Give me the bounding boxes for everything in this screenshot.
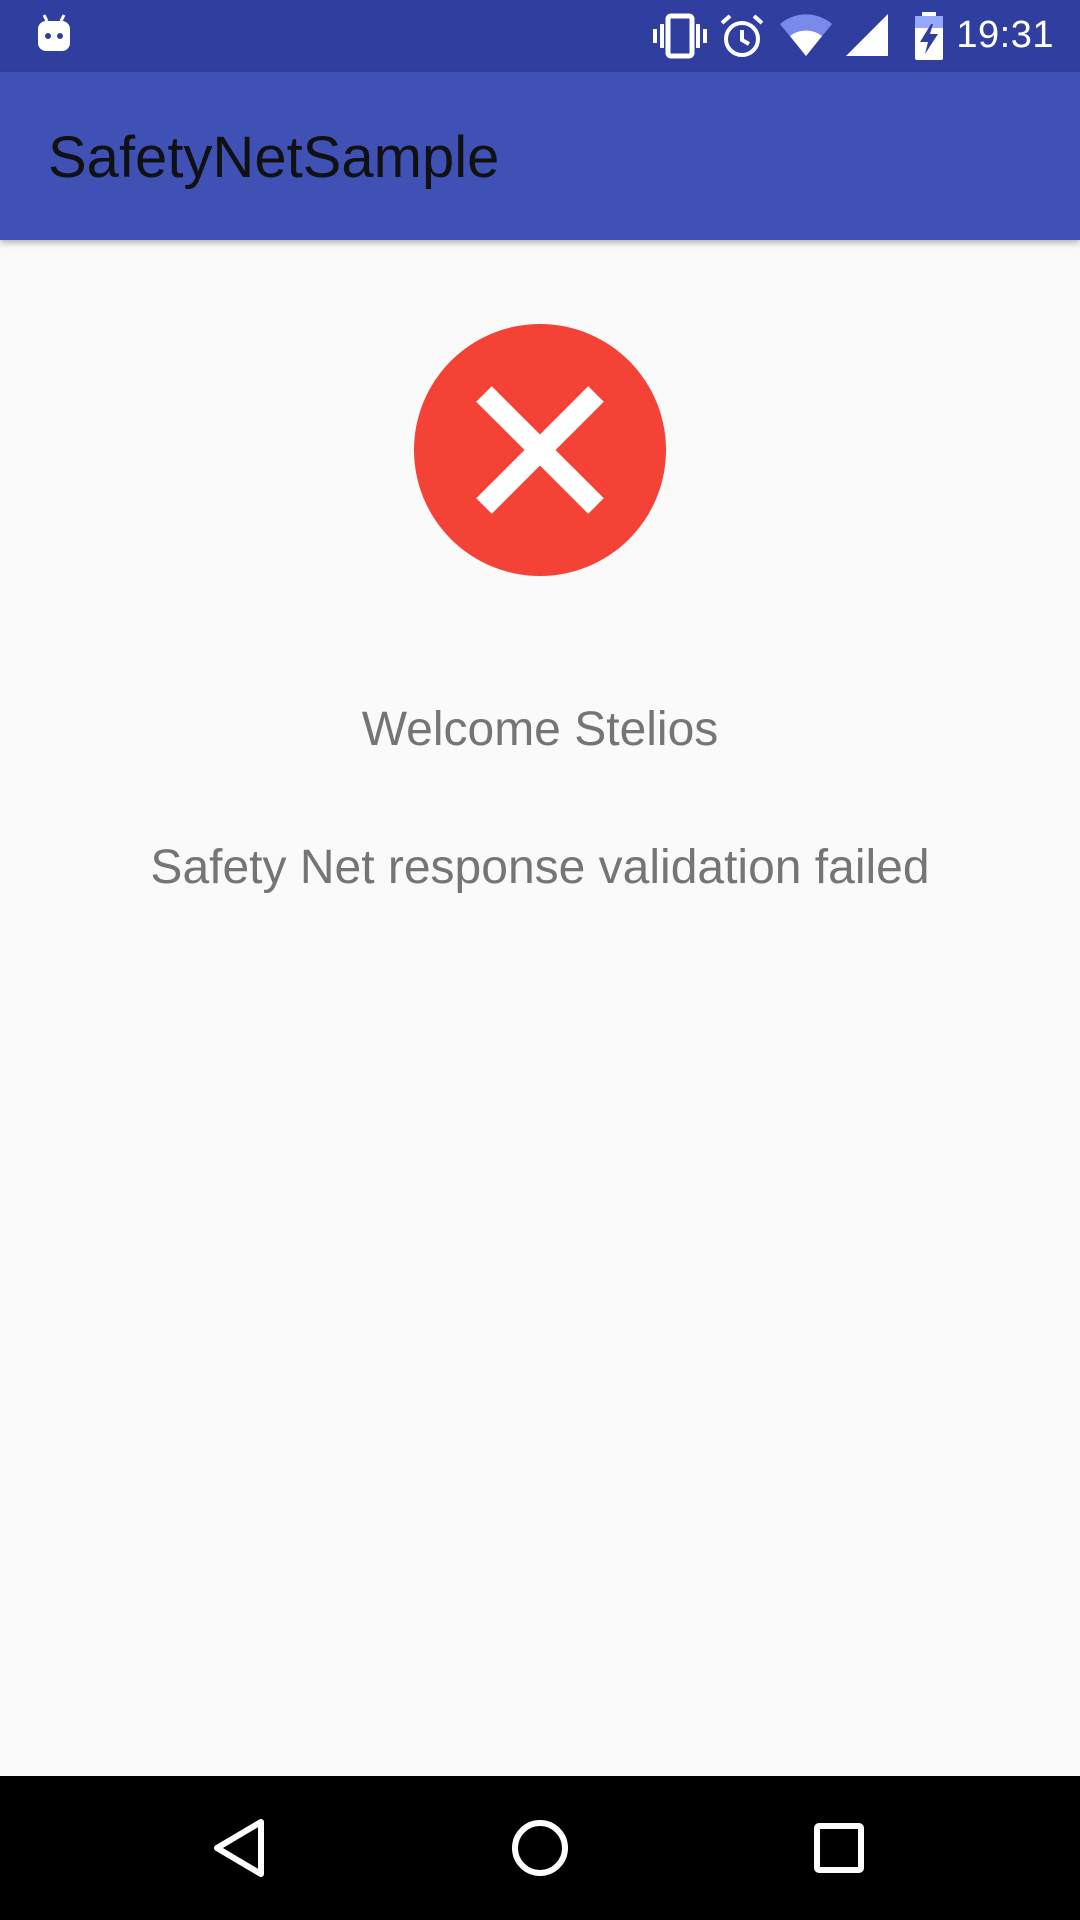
cell-signal-icon bbox=[846, 14, 888, 56]
home-icon[interactable] bbox=[504, 1812, 576, 1884]
battery-charging-icon bbox=[915, 12, 943, 60]
back-icon[interactable] bbox=[205, 1812, 277, 1884]
page-title: SafetyNetSample bbox=[48, 125, 500, 190]
navigation-bar bbox=[0, 1776, 1080, 1920]
alarm-icon bbox=[720, 14, 764, 57]
error-cross-icon bbox=[414, 324, 666, 576]
vibrate-icon bbox=[653, 13, 707, 59]
wifi-icon bbox=[780, 14, 832, 56]
welcome-text: Welcome Stelios bbox=[361, 703, 719, 756]
status-bar: 19:31 bbox=[0, 0, 1080, 72]
validation-result-text: Safety Net response validation failed bbox=[150, 841, 930, 894]
app-bar: SafetyNetSample bbox=[0, 72, 1080, 240]
status-clock: 19:31 bbox=[956, 14, 1054, 56]
android-debug-icon bbox=[38, 14, 70, 51]
recents-icon[interactable] bbox=[803, 1812, 875, 1884]
main-content: Welcome Stelios Safety Net response vali… bbox=[0, 240, 1080, 1776]
